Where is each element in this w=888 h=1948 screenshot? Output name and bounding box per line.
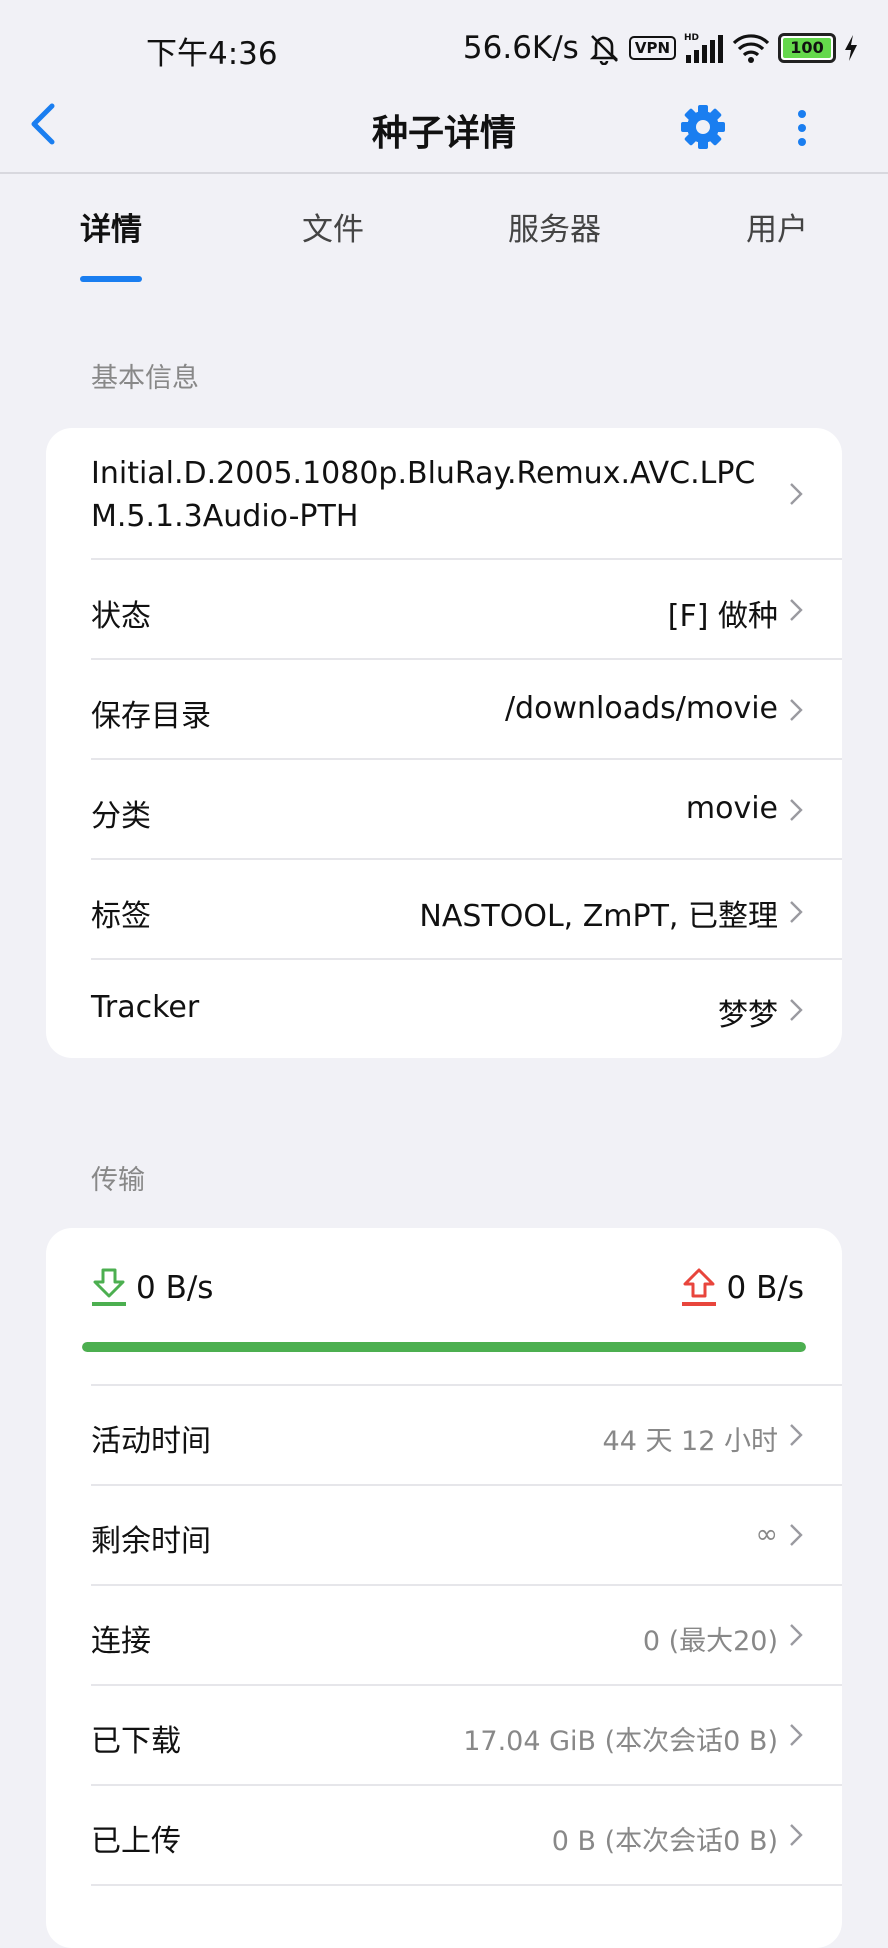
cellular-signal-icon: HD [684,33,723,63]
torrent-name-row[interactable]: Initial.D.2005.1080p.BluRay.Remux.AVC.LP… [46,428,842,560]
active-time-value: 44 天 12 小时 [602,1426,778,1457]
download-arrow-icon [92,1268,126,1306]
progress-bar [82,1342,806,1352]
remaining-time-label: 剩余时间 [91,1524,211,1559]
transfer-card: 0 B/s 0 B/s 活动时间 44 天 12 小时 剩余时间 ∞ 连接 0 … [46,1228,842,1948]
progress-fill [82,1342,806,1352]
remaining-time-row[interactable]: 剩余时间 ∞ [46,1486,842,1586]
upload-speed: 0 B/s [726,1270,804,1306]
status-icons: 56.6K/s VPN HD 100 [463,28,858,68]
uploaded-label: 已上传 [91,1824,181,1859]
battery-icon: 100 [778,33,836,63]
chevron-right-icon [790,999,803,1021]
connections-label: 连接 [91,1624,151,1659]
status-row[interactable]: 状态 [F] 做种 [46,560,842,660]
basic-info-card: Initial.D.2005.1080p.BluRay.Remux.AVC.LP… [46,428,842,1058]
category-value: movie [685,791,778,826]
upload-arrow-icon [682,1268,716,1306]
page-title: 种子详情 [371,113,516,154]
speed-row: 0 B/s 0 B/s [46,1228,842,1352]
status-label: 状态 [91,599,151,634]
chevron-right-icon [790,1824,803,1846]
save-path-row[interactable]: 保存目录 /downloads/movie [46,660,842,760]
active-time-label: 活动时间 [91,1424,211,1459]
status-time: 下午4:36 [146,36,278,72]
net-speed: 56.6K/s [462,30,579,66]
section-title-transfer: 传输 [91,1165,145,1196]
mute-bell-icon [589,35,618,65]
divider [91,1884,842,1886]
charging-icon [845,35,857,61]
category-label: 分类 [91,799,151,834]
uploaded-value: 0 B (本次会话0 B) [551,1826,778,1857]
category-row[interactable]: 分类 movie [46,760,842,860]
tags-row[interactable]: 标签 NASTOOL, ZmPT, 已整理 [46,860,842,960]
hd-label: HD [684,33,699,43]
tags-label: 标签 [91,899,151,934]
more-options-icon[interactable] [784,100,820,154]
status-value: [F] 做种 [667,599,778,634]
navigation-bar: 种子详情 [0,96,888,174]
chevron-right-icon [790,483,803,505]
wifi-icon [732,34,770,63]
tracker-label: Tracker [91,990,200,1025]
vpn-icon: VPN [628,36,676,60]
section-title-basic-info: 基本信息 [91,363,199,394]
chevron-right-icon [790,901,803,923]
downloaded-label: 已下载 [91,1724,181,1759]
save-path-value: /downloads/movie [504,691,778,726]
remaining-time-value: ∞ [755,1519,779,1550]
chevron-right-icon [790,699,803,721]
chevron-right-icon [790,1524,803,1546]
chevron-right-icon [790,1724,803,1746]
gear-icon[interactable] [676,100,730,154]
tags-value: NASTOOL, ZmPT, 已整理 [419,899,778,934]
tab-peers[interactable]: 用户 [746,204,808,249]
tab-bar: 详情 文件 服务器 用户 [0,174,888,284]
battery-level: 100 [790,38,824,57]
tab-servers[interactable]: 服务器 [508,204,601,249]
tracker-value: 梦梦 [718,998,778,1033]
tab-files[interactable]: 文件 [302,204,364,249]
connections-row[interactable]: 连接 0 (最大20) [46,1586,842,1686]
active-time-row[interactable]: 活动时间 44 天 12 小时 [46,1386,842,1486]
status-bar: 下午4:36 56.6K/s VPN HD 100 [0,0,888,96]
tracker-row[interactable]: Tracker 梦梦 [46,960,842,1058]
torrent-name: Initial.D.2005.1080p.BluRay.Remux.AVC.LP… [91,456,756,534]
chevron-right-icon [790,1624,803,1646]
save-path-label: 保存目录 [91,699,211,734]
chevron-right-icon [790,1424,803,1446]
active-tab-indicator [80,276,142,282]
connections-value: 0 (最大20) [642,1626,778,1657]
tab-details[interactable]: 详情 [80,204,142,249]
downloaded-value: 17.04 GiB (本次会话0 B) [463,1726,778,1757]
chevron-right-icon [790,599,803,621]
chevron-right-icon [790,799,803,821]
downloaded-row[interactable]: 已下载 17.04 GiB (本次会话0 B) [46,1686,842,1786]
download-speed: 0 B/s [136,1270,214,1306]
uploaded-row[interactable]: 已上传 0 B (本次会话0 B) [46,1786,842,1886]
